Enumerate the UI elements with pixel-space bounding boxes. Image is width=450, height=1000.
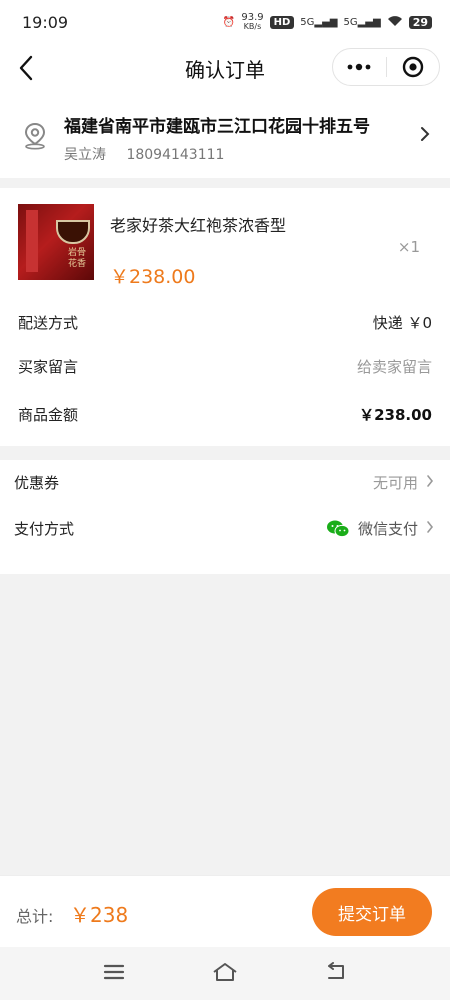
submit-order-button[interactable]: 提交订单 bbox=[312, 888, 432, 936]
signal-icon-2: 5G▂▄▆ bbox=[343, 16, 381, 28]
message-label: 买家留言 bbox=[18, 358, 79, 376]
delivery-label: 配送方式 bbox=[18, 314, 79, 332]
status-icons: ⏰ 93.9 KB/s HD 5G▂▄▆ 5G▂▄▆ 29 bbox=[223, 13, 432, 31]
checkout-bar: 总计: ￥238 提交订单 bbox=[0, 875, 450, 947]
recipient-name: 吴立涛 bbox=[64, 147, 106, 163]
payment-card: 优惠券 无可用 支付方式 微信支付 bbox=[0, 460, 450, 574]
nav-bar: 确认订单 bbox=[0, 44, 450, 92]
battery-icon: 29 bbox=[408, 15, 432, 29]
payment-method-group: 微信支付 bbox=[326, 518, 434, 539]
wechat-icon bbox=[326, 520, 350, 538]
address-line: 福建省南平市建瓯市三江口花园十排五号 bbox=[64, 117, 370, 137]
amount-row: 商品金额 ￥238.00 bbox=[18, 404, 432, 425]
chevron-right-icon bbox=[426, 520, 434, 538]
mini-program-capsule bbox=[332, 48, 440, 86]
alarm-icon: ⏰ bbox=[222, 16, 236, 28]
system-nav-bar bbox=[0, 947, 450, 1000]
package-stripe bbox=[26, 210, 38, 272]
home-icon[interactable] bbox=[212, 962, 238, 986]
hd-icon: HD bbox=[269, 15, 295, 29]
payment-method-value: 微信支付 bbox=[357, 520, 418, 538]
tea-cup-graphic bbox=[56, 220, 90, 244]
chevron-right-icon bbox=[426, 474, 434, 492]
delivery-value: 快递 ￥0 bbox=[372, 314, 432, 332]
amount-value: ￥238.00 bbox=[359, 406, 432, 424]
address-contact: 吴立涛 18094143111 bbox=[64, 144, 224, 164]
network-speed: 93.9 KB/s bbox=[241, 12, 264, 32]
total-label: 总计: bbox=[16, 907, 54, 926]
status-time: 19:09 bbox=[22, 12, 69, 32]
back-nav-icon[interactable] bbox=[325, 961, 347, 986]
product-image-text: 岩骨花香 bbox=[68, 248, 87, 269]
product-quantity: ×1 bbox=[397, 238, 420, 256]
coupon-value-group: 无可用 bbox=[373, 472, 434, 493]
buyer-message-row[interactable]: 买家留言 给卖家留言 bbox=[18, 356, 432, 377]
product-name: 老家好茶大红袍茶浓香型 bbox=[110, 216, 287, 235]
payment-method-row[interactable]: 支付方式 微信支付 bbox=[14, 518, 434, 539]
page-title: 确认订单 bbox=[185, 57, 265, 82]
product-price: ￥238.00 bbox=[110, 266, 196, 288]
coupon-row[interactable]: 优惠券 无可用 bbox=[14, 472, 434, 493]
coupon-value: 无可用 bbox=[372, 474, 418, 492]
delivery-row: 配送方式 快递 ￥0 bbox=[18, 312, 432, 333]
product-image: 岩骨花香 bbox=[18, 204, 94, 280]
wifi-icon bbox=[387, 15, 403, 30]
recipient-phone: 18094143111 bbox=[126, 147, 225, 163]
order-card: 岩骨花香 老家好茶大红袍茶浓香型 ￥238.00 ×1 配送方式 快递 ￥0 买… bbox=[0, 188, 450, 446]
coupon-label: 优惠券 bbox=[14, 474, 60, 492]
location-icon bbox=[22, 122, 48, 154]
status-bar: 19:09 ⏰ 93.9 KB/s HD 5G▂▄▆ 5G▂▄▆ 29 bbox=[0, 0, 450, 44]
address-card[interactable]: 福建省南平市建瓯市三江口花园十排五号 吴立涛 18094143111 bbox=[0, 92, 450, 178]
payment-method-label: 支付方式 bbox=[14, 520, 75, 538]
signal-icon-1: 5G▂▄▆ bbox=[300, 16, 338, 28]
more-icon[interactable] bbox=[333, 49, 386, 85]
menu-icon[interactable] bbox=[103, 963, 125, 985]
back-icon[interactable] bbox=[14, 54, 40, 82]
close-mini-program-icon[interactable] bbox=[387, 49, 440, 85]
chevron-right-icon bbox=[420, 126, 430, 146]
total-value: ￥238 bbox=[70, 903, 129, 927]
amount-label: 商品金额 bbox=[18, 406, 79, 424]
message-input[interactable]: 给卖家留言 bbox=[357, 356, 432, 377]
